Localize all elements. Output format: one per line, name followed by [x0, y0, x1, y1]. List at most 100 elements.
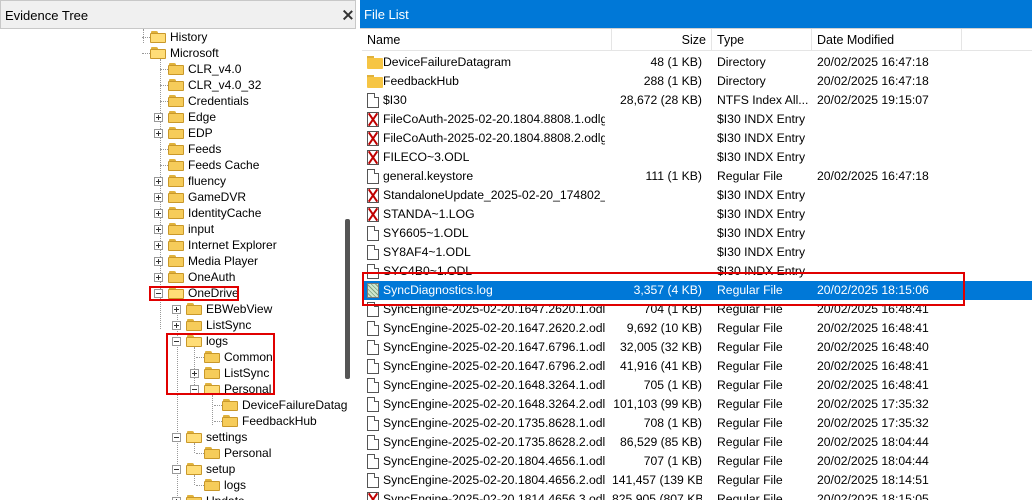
file-name: $I30	[383, 93, 407, 107]
tree-node[interactable]: Feeds	[0, 141, 350, 157]
file-row[interactable]: SY6605~1.ODL $I30 INDX Entry	[362, 224, 1032, 243]
file-list-title: File List	[364, 7, 409, 22]
folder-icon	[367, 56, 383, 69]
file-date-modified: 20/02/2025 18:04:44	[817, 454, 929, 468]
file-row[interactable]: general.keystore 111 (1 KB) Regular File 20…	[362, 167, 1032, 186]
file-row[interactable]: SyncEngine-2025-02-20.1804.4656.1.odls..…	[362, 452, 1032, 471]
tree-node[interactable]: EBWebView	[0, 301, 350, 317]
folder-icon	[168, 239, 184, 251]
file-row[interactable]: $I30 28,672 (28 KB) NTFS Index All... 20/02…	[362, 91, 1032, 110]
file-name: SyncEngine-2025-02-20.1648.3264.2.odls..…	[383, 397, 605, 411]
tree-node[interactable]: History	[0, 29, 350, 45]
expand-icon[interactable]	[154, 177, 163, 186]
file-row[interactable]: SY8AF4~1.ODL $I30 INDX Entry	[362, 243, 1032, 262]
collapse-icon[interactable]	[172, 433, 181, 442]
file-row[interactable]: FeedbackHub 288 (1 KB) Directory 20/02/2025…	[362, 72, 1032, 91]
file-name: STANDA~1.LOG	[383, 207, 475, 221]
evidence-tree[interactable]: History Microsoft CLR_v4.0 CLR_v4.0_32 Crede…	[0, 29, 356, 500]
file-row[interactable]: SyncEngine-2025-02-20.1647.2620.2.odls..…	[362, 319, 1032, 338]
folder-icon	[168, 223, 184, 235]
tree-node[interactable]: Update	[0, 493, 350, 500]
folder-icon	[204, 447, 220, 459]
tree-node-label: Credentials	[188, 94, 249, 108]
file-icon	[367, 397, 379, 412]
file-row[interactable]: FileCoAuth-2025-02-20.1804.8808.1.odlgz $…	[362, 110, 1032, 129]
column-date-modified[interactable]: Date Modified	[812, 29, 962, 51]
expand-icon[interactable]	[154, 257, 163, 266]
tree-node[interactable]: GameDVR	[0, 189, 350, 205]
tree-node[interactable]: CLR_v4.0	[0, 61, 350, 77]
tree-node[interactable]: fluency	[0, 173, 350, 189]
file-row[interactable]: SyncEngine-2025-02-20.1647.6796.1.odls..…	[362, 338, 1032, 357]
file-list[interactable]: Name Size Type Date Modified DeviceFailu…	[362, 29, 1032, 500]
tree-scrollbar[interactable]	[345, 219, 350, 379]
tree-node[interactable]: logs	[0, 477, 350, 493]
tree-node[interactable]: Edge	[0, 109, 350, 125]
tree-node[interactable]: input	[0, 221, 350, 237]
file-row[interactable]: SyncEngine-2025-02-20.1648.3264.1.odls..…	[362, 376, 1032, 395]
tree-node[interactable]: Microsoft	[0, 45, 350, 61]
file-row[interactable]: SyncEngine-2025-02-20.1735.8628.1.odls..…	[362, 414, 1032, 433]
tree-node[interactable]: ListSync	[0, 317, 350, 333]
expand-icon[interactable]	[154, 129, 163, 138]
expand-icon[interactable]	[154, 225, 163, 234]
file-row[interactable]: FILECO~3.ODL $I30 INDX Entry	[362, 148, 1032, 167]
tree-node[interactable]: Personal	[0, 445, 350, 461]
deleted-file-icon	[367, 188, 379, 203]
expand-icon[interactable]	[154, 209, 163, 218]
file-type: $I30 INDX Entry	[717, 207, 806, 221]
tree-node[interactable]: Credentials	[0, 93, 350, 109]
tree-node[interactable]: DeviceFailureDatag	[0, 397, 350, 413]
file-name: SyncEngine-2025-02-20.1735.8628.2.odls..…	[383, 435, 605, 449]
file-row[interactable]: STANDA~1.LOG $I30 INDX Entry	[362, 205, 1032, 224]
expand-icon[interactable]	[172, 321, 181, 330]
file-row[interactable]: SyncEngine-2025-02-20.1735.8628.2.odls..…	[362, 433, 1032, 452]
expand-icon[interactable]	[154, 273, 163, 282]
tree-node[interactable]: CLR_v4.0_32	[0, 77, 350, 93]
tree-node[interactable]: settings	[0, 429, 350, 445]
deleted-file-icon	[367, 150, 379, 165]
column-name[interactable]: Name	[362, 29, 612, 51]
file-name: FILECO~3.ODL	[383, 150, 470, 164]
collapse-icon[interactable]	[172, 465, 181, 474]
file-row[interactable]: FileCoAuth-2025-02-20.1804.8808.2.odlgz $…	[362, 129, 1032, 148]
column-size[interactable]: Size	[612, 29, 712, 51]
tree-node[interactable]: setup	[0, 461, 350, 477]
file-row[interactable]: SyncEngine-2025-02-20.1814.4656.3.odl...…	[362, 490, 1032, 500]
file-name: SyncEngine-2025-02-20.1648.3264.1.odls..…	[383, 378, 605, 392]
tree-node-label: DeviceFailureDatag	[242, 398, 348, 412]
tree-node[interactable]: FeedbackHub	[0, 413, 350, 429]
tree-node[interactable]: Internet Explorer	[0, 237, 350, 253]
file-row[interactable]: StandaloneUpdate_2025-02-20_174802_1... $…	[362, 186, 1032, 205]
tree-node-label: Microsoft	[170, 46, 219, 60]
expand-icon[interactable]	[154, 241, 163, 250]
close-icon[interactable]	[343, 10, 353, 20]
file-name: general.keystore	[383, 169, 474, 183]
tree-node[interactable]: Feeds Cache	[0, 157, 350, 173]
tree-node[interactable]: OneAuth	[0, 269, 350, 285]
tree-node-label: CLR_v4.0	[188, 62, 242, 76]
folder-icon	[168, 127, 184, 139]
file-date-modified: 20/02/2025 16:48:41	[817, 359, 929, 373]
tree-node-label: History	[170, 30, 208, 44]
expand-icon[interactable]	[154, 113, 163, 122]
file-row[interactable]: SyncEngine-2025-02-20.1647.6796.2.odls..…	[362, 357, 1032, 376]
file-date-modified: 20/02/2025 19:15:07	[817, 93, 929, 107]
file-row[interactable]: SyncEngine-2025-02-20.1648.3264.2.odls..…	[362, 395, 1032, 414]
tree-node-label: Internet Explorer	[188, 238, 277, 252]
tree-node[interactable]: IdentityCache	[0, 205, 350, 221]
file-size: 28,672 (28 KB)	[620, 93, 702, 107]
folder-icon	[168, 175, 184, 187]
tree-node-label: input	[188, 222, 215, 236]
file-type: $I30 INDX Entry	[717, 112, 806, 126]
file-row[interactable]: DeviceFailureDatagram 48 (1 KB) Directory 2…	[362, 53, 1032, 72]
column-type[interactable]: Type	[712, 29, 812, 51]
tree-node[interactable]: Media Player	[0, 253, 350, 269]
file-type: $I30 INDX Entry	[717, 245, 806, 259]
expand-icon[interactable]	[172, 305, 181, 314]
tree-node[interactable]: EDP	[0, 125, 350, 141]
file-icon	[367, 454, 379, 469]
expand-icon[interactable]	[154, 193, 163, 202]
file-row[interactable]: SyncEngine-2025-02-20.1804.4656.2.odls..…	[362, 471, 1032, 490]
folder-icon	[222, 415, 238, 427]
